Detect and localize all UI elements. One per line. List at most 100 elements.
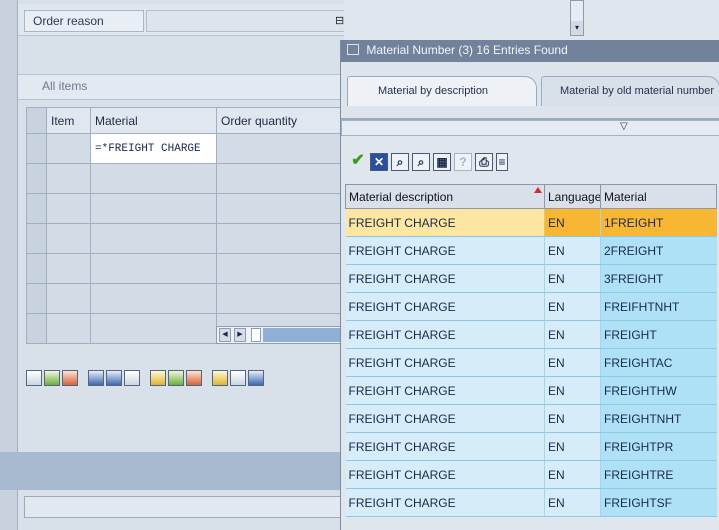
scroll-left-button[interactable]: ◀ bbox=[219, 328, 231, 342]
material-cell[interactable]: FREIFHTNHT bbox=[600, 292, 717, 321]
material-cell[interactable] bbox=[90, 193, 217, 224]
material-cell[interactable]: FREIGHTPR bbox=[600, 432, 717, 461]
order-reason-field[interactable] bbox=[146, 10, 366, 32]
delete-item-icon[interactable] bbox=[62, 370, 78, 386]
add-item-icon[interactable] bbox=[44, 370, 60, 386]
filter-items-icon[interactable] bbox=[168, 370, 184, 386]
material-description-cell[interactable]: FREIGHT CHARGE bbox=[345, 460, 545, 489]
row-selector[interactable] bbox=[26, 133, 47, 164]
item-cell[interactable] bbox=[46, 253, 91, 284]
expand-restrictions-icon[interactable]: ▽ bbox=[620, 121, 628, 132]
material-description-cell[interactable]: FREIGHT CHARGE bbox=[345, 488, 545, 517]
material-description-cell[interactable]: FREIGHT CHARGE bbox=[345, 264, 545, 293]
item-cell[interactable] bbox=[46, 133, 91, 164]
restrictions-toggle[interactable]: ▽ bbox=[341, 120, 719, 136]
item-cell[interactable] bbox=[46, 163, 91, 194]
copy-item-icon[interactable] bbox=[124, 370, 140, 386]
check-icon[interactable]: ✔ bbox=[349, 153, 367, 171]
row-selector[interactable] bbox=[26, 223, 47, 254]
order-quantity-cell[interactable] bbox=[216, 133, 344, 164]
material-cell[interactable]: FREIGHTSF bbox=[600, 488, 717, 517]
material-cell[interactable]: FREIGHT bbox=[600, 320, 717, 349]
material-description-cell[interactable]: FREIGHT CHARGE bbox=[345, 292, 545, 321]
material-cell[interactable] bbox=[90, 163, 217, 194]
language-cell[interactable]: EN bbox=[544, 208, 601, 237]
order-reason-dropdown-icon[interactable]: ⊟ bbox=[335, 10, 345, 32]
material-cell[interactable]: 3FREIGHT bbox=[600, 264, 717, 293]
items-horizontal-scrollbar[interactable]: ◀ ▶ bbox=[216, 326, 344, 344]
material-cell[interactable] bbox=[90, 283, 217, 314]
column-header-language[interactable]: Language bbox=[544, 184, 601, 209]
table-row[interactable]: FREIGHT CHARGE EN 2FREIGHT bbox=[345, 236, 717, 265]
table-row[interactable]: FREIGHT CHARGE EN FREIGHTHW bbox=[345, 376, 717, 405]
material-cell[interactable] bbox=[90, 223, 217, 254]
table-row[interactable]: FREIGHT CHARGE EN FREIGHTSF bbox=[345, 488, 717, 517]
language-cell[interactable]: EN bbox=[544, 376, 601, 405]
row-selector-header[interactable] bbox=[26, 107, 47, 134]
table-row[interactable]: FREIGHT CHARGE EN FREIGHTRE bbox=[345, 460, 717, 489]
item-cell[interactable] bbox=[46, 193, 91, 224]
column-header-material[interactable]: Material bbox=[600, 184, 717, 209]
column-header-material[interactable]: Material bbox=[90, 107, 217, 134]
column-header-item[interactable]: Item bbox=[46, 107, 91, 134]
material-cell[interactable] bbox=[90, 253, 217, 284]
table-row[interactable]: FREIGHT CHARGE EN FREIGHTAC bbox=[345, 348, 717, 377]
tab-material-by-description[interactable]: Material by description bbox=[347, 76, 537, 106]
table-row[interactable]: FREIGHT CHARGE EN 1FREIGHT bbox=[345, 208, 717, 237]
order-quantity-cell[interactable] bbox=[216, 283, 344, 314]
header-vertical-scrollbar[interactable]: ▾ bbox=[570, 0, 584, 36]
column-header-order-quantity[interactable]: Order quantity bbox=[216, 107, 344, 134]
material-description-cell[interactable]: FREIGHT CHARGE bbox=[345, 208, 545, 237]
tab-material-by-old-material-number[interactable]: Material by old material number bbox=[541, 76, 719, 106]
row-selector[interactable] bbox=[26, 283, 47, 314]
sort-items-icon[interactable] bbox=[150, 370, 166, 386]
cancel-icon[interactable]: ✕ bbox=[370, 153, 388, 171]
material-cell[interactable]: FREIGHTNHT bbox=[600, 404, 717, 433]
scroll-down-button[interactable]: ▾ bbox=[571, 21, 583, 35]
row-selector[interactable] bbox=[26, 253, 47, 284]
edit-item-icon[interactable] bbox=[248, 370, 264, 386]
material-description-cell[interactable]: FREIGHT CHARGE bbox=[345, 376, 545, 405]
material-description-cell[interactable]: FREIGHT CHARGE bbox=[345, 432, 545, 461]
material-cell[interactable] bbox=[90, 313, 217, 344]
language-cell[interactable]: EN bbox=[544, 488, 601, 517]
language-cell[interactable]: EN bbox=[544, 432, 601, 461]
table-row[interactable]: FREIGHT CHARGE EN FREIGHTPR bbox=[345, 432, 717, 461]
language-cell[interactable]: EN bbox=[544, 404, 601, 433]
pricing-icon[interactable] bbox=[212, 370, 228, 386]
row-selector[interactable] bbox=[26, 193, 47, 224]
material-description-cell[interactable]: FREIGHT CHARGE bbox=[345, 404, 545, 433]
scroll-right-button[interactable]: ▶ bbox=[234, 328, 246, 342]
material-cell[interactable]: 1FREIGHT bbox=[600, 208, 717, 237]
material-cell[interactable]: FREIGHTRE bbox=[600, 460, 717, 489]
item-cell[interactable] bbox=[46, 313, 91, 344]
material-description-cell[interactable]: FREIGHT CHARGE bbox=[345, 320, 545, 349]
language-cell[interactable]: EN bbox=[544, 264, 601, 293]
item-cell[interactable] bbox=[46, 223, 91, 254]
help-icon[interactable]: ? bbox=[454, 153, 472, 171]
order-quantity-cell[interactable] bbox=[216, 193, 344, 224]
material-cell[interactable]: 2FREIGHT bbox=[600, 236, 717, 265]
availability-icon[interactable] bbox=[230, 370, 246, 386]
scroll-thumb[interactable] bbox=[251, 328, 261, 342]
settings-icon[interactable]: ≡ bbox=[496, 153, 508, 171]
table-row[interactable]: FREIGHT CHARGE EN FREIFHTNHT bbox=[345, 292, 717, 321]
select-all-items-icon[interactable] bbox=[88, 370, 104, 386]
row-selector[interactable] bbox=[26, 163, 47, 194]
select-all-icon[interactable]: ▦ bbox=[433, 153, 451, 171]
material-description-cell[interactable]: FREIGHT CHARGE bbox=[345, 236, 545, 265]
column-header-material-description[interactable]: Material description bbox=[345, 184, 545, 209]
print-icon[interactable]: ⎙ bbox=[475, 153, 493, 171]
find-icon[interactable]: ⌕ bbox=[391, 153, 409, 171]
language-cell[interactable]: EN bbox=[544, 236, 601, 265]
order-quantity-cell[interactable] bbox=[216, 253, 344, 284]
language-cell[interactable]: EN bbox=[544, 460, 601, 489]
material-description-cell[interactable]: FREIGHT CHARGE bbox=[345, 348, 545, 377]
order-quantity-cell[interactable] bbox=[216, 163, 344, 194]
material-cell[interactable]: =*FREIGHT CHARGE bbox=[90, 133, 217, 164]
configure-icon[interactable] bbox=[186, 370, 202, 386]
material-cell[interactable]: FREIGHTHW bbox=[600, 376, 717, 405]
material-cell[interactable]: FREIGHTAC bbox=[600, 348, 717, 377]
item-cell[interactable] bbox=[46, 283, 91, 314]
find-next-icon[interactable]: ⌕ bbox=[412, 153, 430, 171]
